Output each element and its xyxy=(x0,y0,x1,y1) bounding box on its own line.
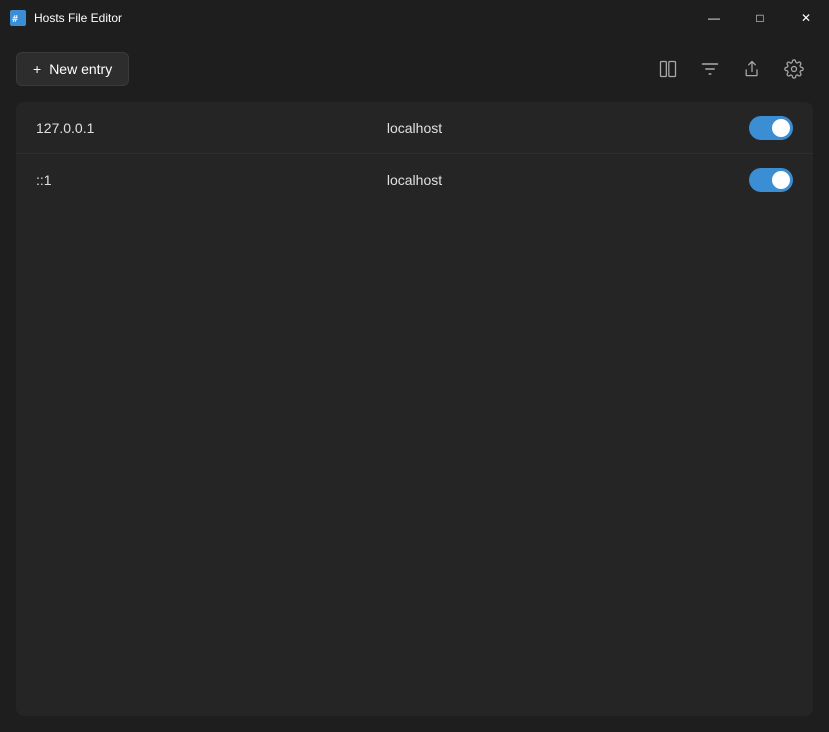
title-bar-left: # Hosts File Editor xyxy=(10,10,122,26)
panel-button[interactable] xyxy=(649,50,687,88)
export-icon xyxy=(742,59,762,79)
toolbar-left: + New entry xyxy=(16,52,129,86)
new-entry-label: New entry xyxy=(49,61,112,77)
hostname: localhost xyxy=(288,172,540,188)
filter-icon xyxy=(700,59,720,79)
close-button[interactable]: ✕ xyxy=(783,0,829,36)
toggle-thumb xyxy=(772,119,790,137)
export-button[interactable] xyxy=(733,50,771,88)
svg-text:#: # xyxy=(12,14,18,25)
new-entry-plus: + xyxy=(33,61,41,77)
main-content: + New entry xyxy=(0,36,829,732)
enable-toggle[interactable] xyxy=(749,116,793,140)
enable-toggle[interactable] xyxy=(749,168,793,192)
toggle-container xyxy=(541,116,793,140)
settings-button[interactable] xyxy=(775,50,813,88)
app-title: Hosts File Editor xyxy=(34,11,122,25)
toggle-thumb xyxy=(772,171,790,189)
ip-address: 127.0.0.1 xyxy=(36,120,288,136)
toggle-container xyxy=(541,168,793,192)
app-icon: # xyxy=(10,10,26,26)
window-controls: — □ ✕ xyxy=(691,0,829,36)
panel-icon xyxy=(658,59,678,79)
maximize-button[interactable]: □ xyxy=(737,0,783,36)
toolbar: + New entry xyxy=(16,36,813,102)
minimize-button[interactable]: — xyxy=(691,0,737,36)
toolbar-right xyxy=(649,50,813,88)
filter-button[interactable] xyxy=(691,50,729,88)
new-entry-button[interactable]: + New entry xyxy=(16,52,129,86)
hostname: localhost xyxy=(288,120,540,136)
title-bar: # Hosts File Editor — □ ✕ xyxy=(0,0,829,36)
table-row: ::1 localhost xyxy=(16,154,813,206)
hosts-table: 127.0.0.1 localhost ::1 localhost xyxy=(16,102,813,716)
table-row: 127.0.0.1 localhost xyxy=(16,102,813,154)
settings-icon xyxy=(784,59,804,79)
ip-address: ::1 xyxy=(36,172,288,188)
